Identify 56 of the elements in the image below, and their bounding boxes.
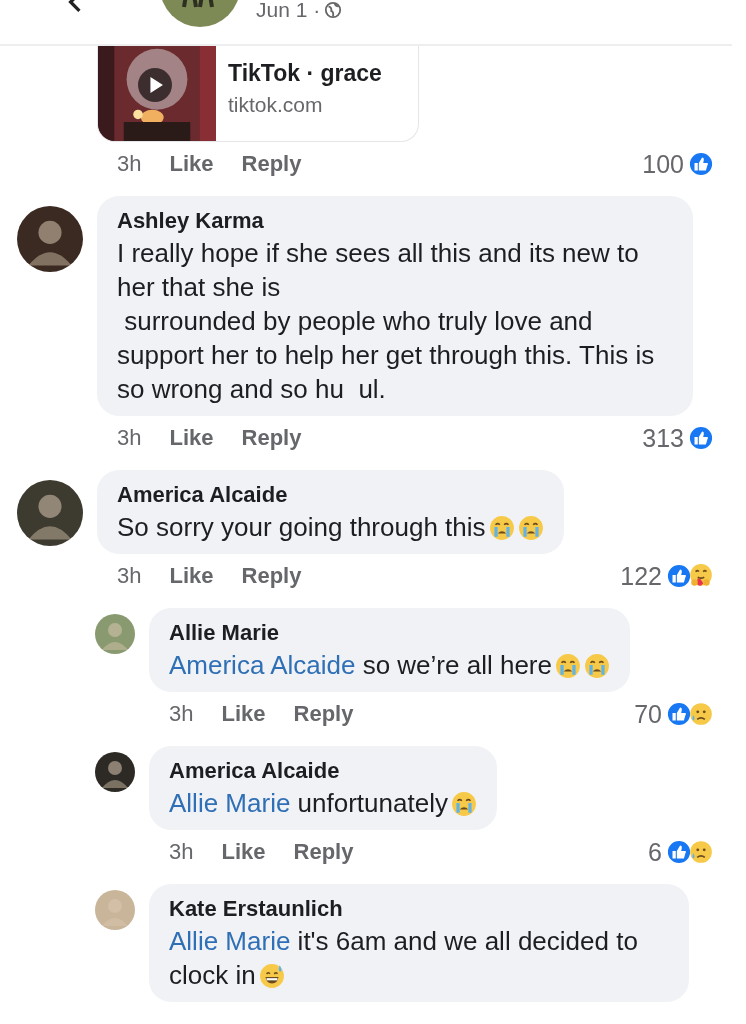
reply-link[interactable]: Reply xyxy=(241,151,302,177)
comment-text: So sorry your going through this xyxy=(117,510,544,544)
comment-text: surrounded by people who truly love and support her to help her get through this. This is so wrong and so hu ul. xyxy=(117,305,656,406)
reply-link[interactable]: Reply xyxy=(293,701,354,727)
post-date: Jun 1 · xyxy=(256,0,321,22)
author-name[interactable]: Kate Erstaunlich xyxy=(169,896,669,922)
reaction-count: 122 xyxy=(620,561,662,591)
like-reaction-icon xyxy=(666,839,692,865)
like-link[interactable]: Like xyxy=(221,701,266,727)
crying-face-icon xyxy=(450,791,477,817)
like-reaction-icon xyxy=(666,701,692,727)
like-reaction-icon xyxy=(688,151,714,177)
reply-link[interactable]: Reply xyxy=(241,563,302,589)
author-name[interactable]: Ashley Karma xyxy=(117,208,673,234)
like-link[interactable]: Like xyxy=(169,425,214,451)
hugging-face-icon xyxy=(688,563,714,589)
sad-face-icon xyxy=(688,701,714,727)
sad-face-icon xyxy=(688,839,714,865)
comment-text: America Alcaide so we’re all here xyxy=(169,648,610,682)
crying-face-icon xyxy=(488,515,515,541)
globe-icon xyxy=(324,1,343,19)
crying-face-icon xyxy=(583,653,610,679)
comment-time: 3h xyxy=(169,701,194,727)
author-name[interactable]: Allie Marie xyxy=(169,620,610,646)
comment-time: 3h xyxy=(117,425,142,451)
comment-time: 3h xyxy=(169,839,194,865)
avatar[interactable] xyxy=(17,206,83,272)
link-domain: tiktok.com xyxy=(228,93,324,117)
avatar[interactable] xyxy=(17,480,83,546)
crying-face-icon xyxy=(554,653,581,679)
link-preview-card[interactable]: TikTok · grace tiktok.com xyxy=(97,46,419,142)
like-link[interactable]: Like xyxy=(169,151,214,177)
like-reaction-icon xyxy=(666,563,692,589)
link-title: TikTok · grace xyxy=(228,60,382,87)
like-reaction-icon xyxy=(688,425,714,451)
reply-link[interactable]: Reply xyxy=(293,839,354,865)
reaction-count: 100 xyxy=(642,149,684,179)
mention-link[interactable]: Allie Marie xyxy=(169,788,291,818)
mention-link[interactable]: Allie Marie xyxy=(169,926,291,956)
grinning-sweat-face-icon xyxy=(258,963,285,989)
author-name[interactable]: America Alcaide xyxy=(117,482,544,508)
comment-time: 3h xyxy=(117,563,142,589)
reply-link[interactable]: Reply xyxy=(241,425,302,451)
comment-text: Allie Marie it's 6am and we all decided to clock in xyxy=(169,925,639,992)
reaction-count: 313 xyxy=(642,423,684,453)
crying-face-icon xyxy=(517,515,544,541)
avatar[interactable] xyxy=(95,752,135,792)
author-name[interactable]: America Alcaide xyxy=(169,758,477,784)
play-icon[interactable] xyxy=(138,68,172,102)
reaction-count: 70 xyxy=(634,699,662,729)
mention-link[interactable]: America Alcaide xyxy=(169,650,356,680)
comment-text: Allie Marie unfortunately xyxy=(169,786,477,820)
like-link[interactable]: Like xyxy=(169,563,214,589)
like-link[interactable]: Like xyxy=(221,839,266,865)
reaction-count: 6 xyxy=(648,837,662,867)
comment-time: 3h xyxy=(117,151,142,177)
